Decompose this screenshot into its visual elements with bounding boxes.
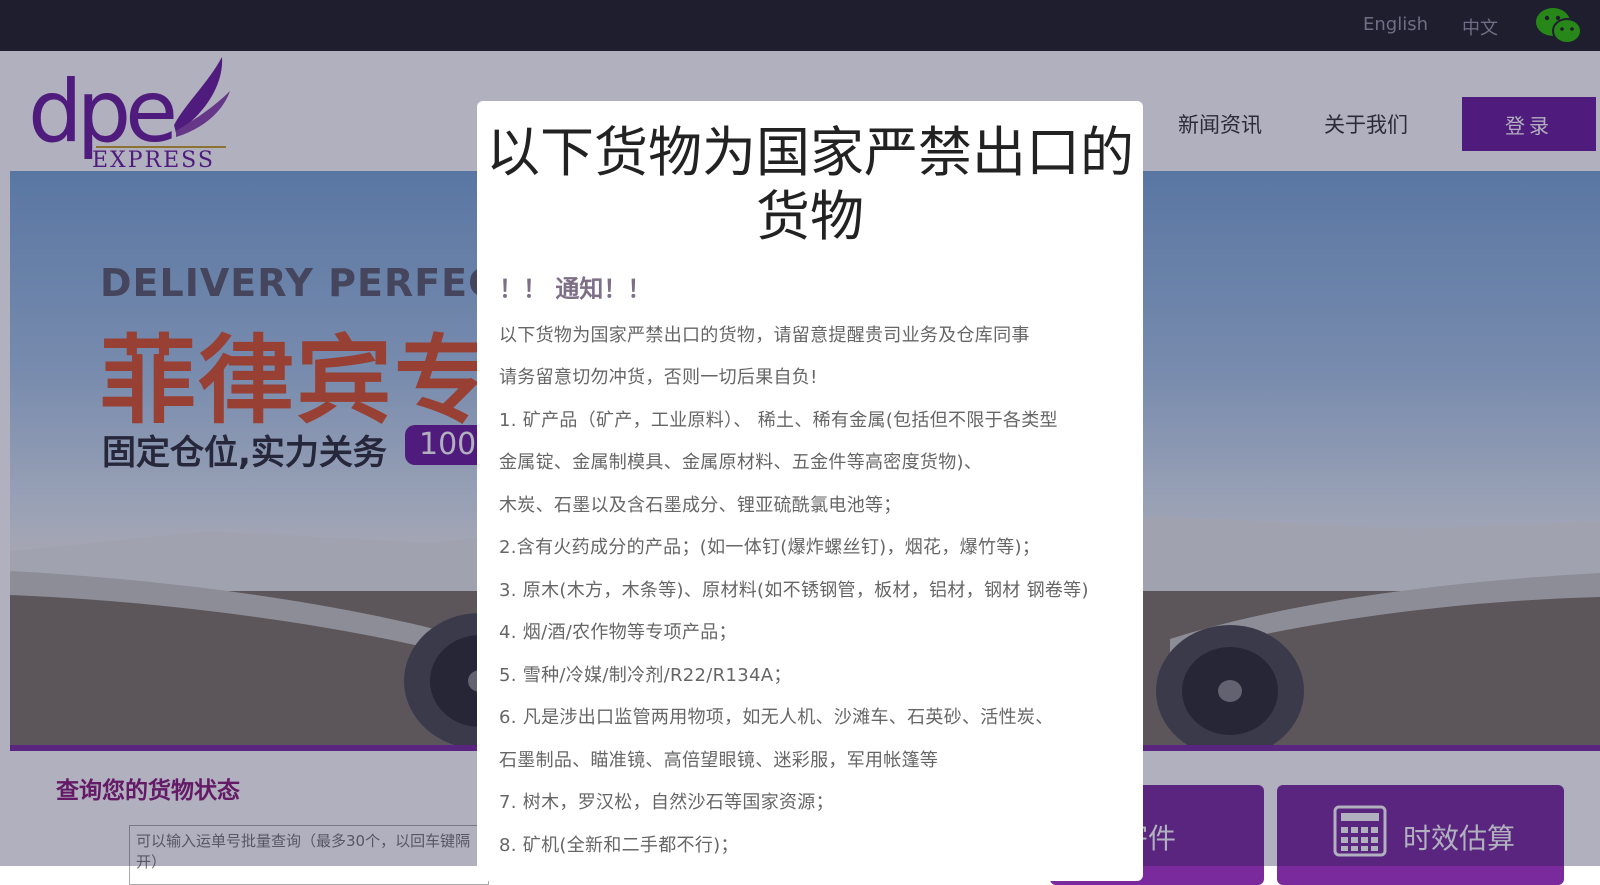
notice-line: 金属锭、金属制模具、金属原材料、五金件等高密度货物)、 — [499, 452, 983, 473]
notice-line: 8. 矿机(全新和二手都不行)； — [499, 835, 739, 856]
notice-line: 1. 矿产品（矿产，工业原料）、 稀土、稀有金属(包括但不限于各类型 — [499, 410, 1058, 431]
notice-line: 4. 烟/酒/农作物等专项产品； — [499, 622, 737, 643]
notice-line: 2.含有火药成分的产品；(如一体钉(爆炸螺丝钉)，烟花，爆竹等)； — [499, 537, 1041, 558]
notice-line: 以下货物为国家严禁出口的货物，请留意提醒贵司业务及仓库同事 — [499, 325, 1030, 346]
notice-line: 石墨制品、瞄准镜、高倍望眼镜、迷彩服，军用帐篷等 — [499, 750, 939, 771]
notice-line: 7. 树木，罗汉松，自然沙石等国家资源； — [499, 792, 834, 813]
notice-line: 6. 凡是涉出口监管两用物项，如无人机、沙滩车、石英砂、活性炭、 — [499, 707, 1054, 728]
notice-line: 3. 原木(木方，木条等)、原材料(如不锈钢管，板材，铝材，钢材 钢卷等) — [499, 580, 1089, 601]
notice-heading: ！！ 通知！！ — [499, 275, 652, 303]
modal-title: 以下货物为国家严禁出口的货物 — [486, 121, 1134, 248]
notice-line: 5. 雪种/冷媒/制冷剂/R22/R134A； — [499, 665, 792, 686]
notice-line: 木炭、石墨以及含石墨成分、锂亚硫酰氯电池等； — [499, 495, 902, 516]
prohibited-goods-modal: 以下货物为国家严禁出口的货物 ！！ 通知！！ 以下货物为国家严禁出口的货物，请留… — [477, 101, 1143, 881]
notice-line: 请务留意切勿冲货，否则一切后果自负! — [499, 367, 818, 388]
